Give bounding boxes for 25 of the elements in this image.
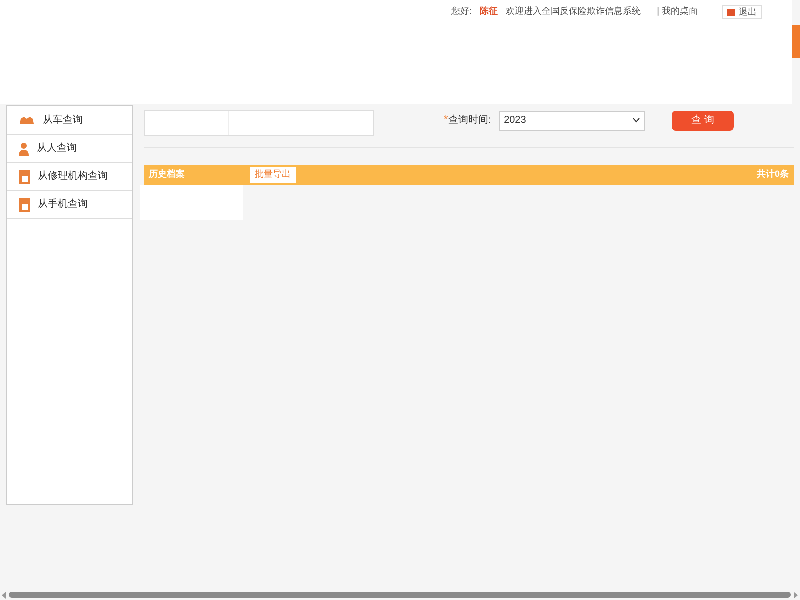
cars-icon xyxy=(19,115,35,125)
chevron-icon xyxy=(633,118,640,123)
logout-button[interactable]: 退出 xyxy=(722,5,762,19)
total-count: 共计0条 xyxy=(756,168,789,182)
sidebar-item[interactable]: 从手机查询 xyxy=(7,191,132,219)
input-field[interactable] xyxy=(144,110,374,136)
year-select[interactable]: 2023 xyxy=(499,110,646,130)
welcome-text: 欢迎进入全国反保险欺诈信息系统 xyxy=(506,5,642,18)
home-link[interactable]: | 我的桌面 xyxy=(657,5,698,18)
sidebar-item[interactable]: 从人查询 xyxy=(7,135,132,163)
user-name: 陈征 xyxy=(480,5,498,18)
query-button[interactable]: 查 询 xyxy=(672,110,734,130)
person-icon xyxy=(19,142,29,156)
scroll-left-icon xyxy=(2,592,7,598)
greeting-text: 您好: xyxy=(452,5,472,18)
document-icon xyxy=(19,198,30,212)
document-icon xyxy=(19,170,30,184)
results-title: 历史档案 xyxy=(149,168,186,182)
sidebar-item[interactable]: 从车查询 xyxy=(7,106,132,135)
exit-icon xyxy=(727,8,735,16)
time-label: 查询时间: xyxy=(448,114,492,128)
required-mark: * xyxy=(444,113,448,128)
sidebar-item[interactable]: 从修理机构查询 xyxy=(7,163,132,191)
scroll-right-icon xyxy=(793,592,798,598)
scrollbar-thumb[interactable] xyxy=(9,592,791,598)
